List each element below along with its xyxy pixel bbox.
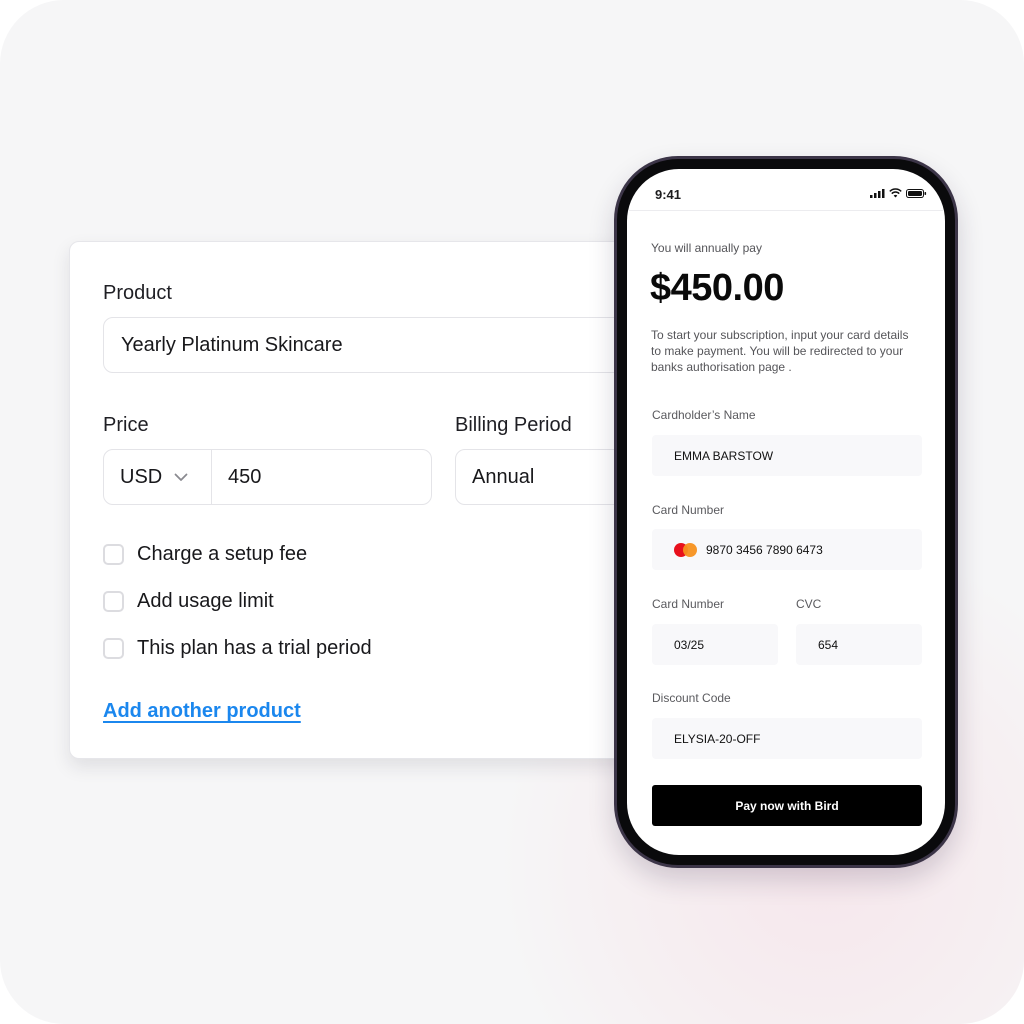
usage-limit-label: Add usage limit [137, 590, 274, 612]
trial-period-checkbox[interactable] [103, 638, 124, 659]
cardholder-name-input[interactable]: EMMA BARSTOW [652, 435, 922, 476]
expiry-label: Card Number [652, 597, 725, 611]
status-bar: 9:41 [627, 169, 945, 211]
product-label: Product [103, 282, 172, 304]
billing-period-label: Billing Period [455, 414, 572, 436]
wifi-icon [889, 188, 902, 198]
trial-period-label: This plan has a trial period [137, 637, 372, 659]
setup-fee-checkbox[interactable] [103, 544, 124, 565]
pay-intro-text: You will annually pay [651, 241, 762, 255]
setup-fee-label: Charge a setup fee [137, 543, 308, 565]
usage-limit-checkbox[interactable] [103, 591, 124, 612]
discount-code-label: Discount Code [652, 691, 731, 705]
expiry-input[interactable]: 03/25 [652, 624, 778, 665]
status-icons [870, 188, 927, 198]
card-number-input[interactable]: 9870 3456 7890 6473 [652, 529, 922, 570]
card-number-value: 9870 3456 7890 6473 [706, 542, 823, 557]
cvc-input[interactable]: 654 [796, 624, 922, 665]
currency-select[interactable]: USD [104, 450, 212, 504]
battery-icon [906, 188, 927, 198]
setup-fee-option[interactable]: Charge a setup fee [103, 543, 307, 566]
trial-period-option[interactable]: This plan has a trial period [103, 637, 372, 660]
billing-period-value: Annual [472, 465, 535, 488]
phone-screen: 9:41 You will annually pay $450.00 To st… [627, 169, 945, 855]
pay-now-button[interactable]: Pay now with Bird [652, 785, 922, 826]
discount-code-input[interactable]: ELYSIA-20-OFF [652, 718, 922, 759]
card-number-label: Card Number [652, 503, 725, 517]
cvc-label: CVC [796, 597, 822, 611]
cardholder-name-label: Cardholder’s Name [652, 408, 756, 422]
price-amount-input[interactable]: 450 [212, 466, 261, 489]
cardholder-name-value: EMMA BARSTOW [674, 448, 774, 463]
price-label: Price [103, 414, 149, 436]
product-form-card: Product Yearly Platinum Skincare Price U… [69, 241, 669, 759]
chevron-down-icon [174, 469, 190, 485]
currency-value: USD [120, 465, 163, 488]
price-input-group: USD 450 [103, 449, 432, 505]
price-amount-value: 450 [228, 465, 262, 488]
product-input[interactable]: Yearly Platinum Skincare [103, 317, 663, 373]
payment-amount: $450.00 [650, 267, 784, 309]
mastercard-icon [674, 542, 700, 557]
expiry-value: 03/25 [674, 637, 705, 652]
signal-icon [870, 188, 885, 198]
payment-description: To start your subscription, input your c… [651, 328, 909, 374]
status-time: 9:41 [655, 187, 682, 202]
usage-limit-option[interactable]: Add usage limit [103, 590, 274, 613]
phone-mockup: 9:41 You will annually pay $450.00 To st… [614, 156, 958, 868]
discount-code-value: ELYSIA-20-OFF [674, 731, 761, 746]
product-input-value: Yearly Platinum Skincare [121, 333, 343, 356]
cvc-value: 654 [818, 637, 839, 652]
add-another-product-link[interactable]: Add another product [103, 700, 301, 723]
